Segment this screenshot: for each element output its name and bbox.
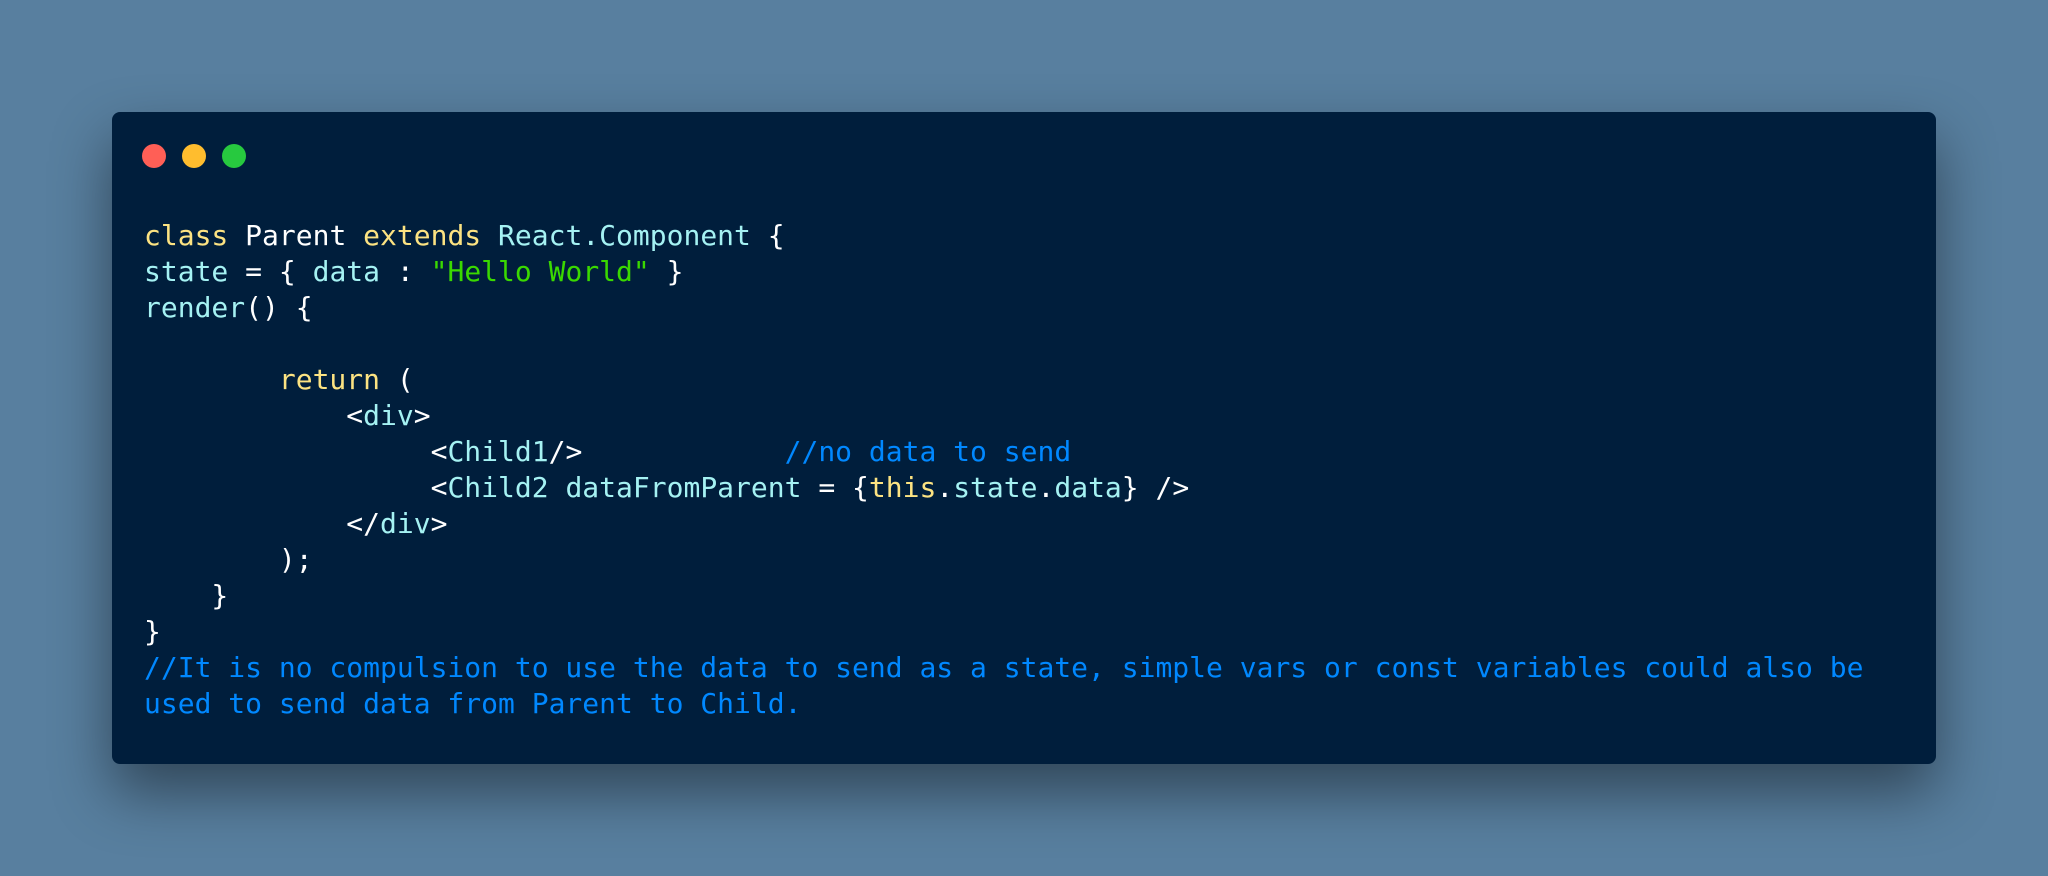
code-token: } [144,579,229,612]
code-token: = { [228,255,313,288]
code-line: //It is no compulsion to use the data to… [144,650,1904,722]
code-token: . [936,471,954,504]
code-token: return [278,363,381,396]
code-token: Parent [228,219,364,252]
code-token: > [430,507,448,540]
code-line: <Child1/> //no data to send [144,434,1904,470]
code-token: { [750,219,785,252]
code-line: class Parent extends React.Component { [144,218,1904,254]
code-token: state [953,471,1038,504]
code-token: class [144,219,229,252]
code-token: } [649,255,684,288]
code-token: "Hello World" [430,255,650,288]
code-token: render [144,291,246,324]
code-token: < [144,399,364,432]
code-line: } [144,578,1904,614]
code-token: = { [801,471,869,504]
code-line: return ( [144,362,1904,398]
code-line: <Child2 dataFromParent = {this.state.dat… [144,470,1904,506]
code-line: ); [144,542,1904,578]
code-comment: //no data to send [784,435,1072,468]
code-token: this [868,471,937,504]
code-token: ( [380,363,414,396]
code-token: ); [144,543,313,576]
code-token: Child2 [447,471,549,504]
code-token: () { [245,291,313,324]
code-token: dataFromParent [565,471,802,504]
code-line: <div> [144,398,1904,434]
code-token: . [1037,471,1055,504]
code-token: : [380,255,431,288]
code-comment: //It is no compulsion to use the data to… [144,651,1881,720]
code-token: extends [363,219,482,252]
code-line: </div> [144,506,1904,542]
minimize-window-button[interactable] [182,144,206,168]
code-token: Child1 [447,435,549,468]
code-token: div [363,399,414,432]
code-block: class Parent extends React.Component {st… [144,218,1904,722]
code-token: < [144,471,448,504]
code-line: state = { data : "Hello World" } [144,254,1904,290]
code-line: } [144,614,1904,650]
code-token: React.Component [498,219,751,252]
code-token: > [413,399,431,432]
close-window-button[interactable] [142,144,166,168]
code-line: render() { [144,290,1904,326]
code-token: data [1054,471,1122,504]
code-token: } [144,615,161,648]
code-token: </ [144,507,381,540]
code-window: class Parent extends React.Component {st… [112,112,1936,764]
code-token: /> [548,435,785,468]
code-token: data [312,255,381,288]
code-token: state [144,255,229,288]
window-controls [142,144,246,168]
code-token: < [144,435,448,468]
code-token: } /> [1121,471,1190,504]
code-token: div [380,507,431,540]
maximize-window-button[interactable] [222,144,246,168]
